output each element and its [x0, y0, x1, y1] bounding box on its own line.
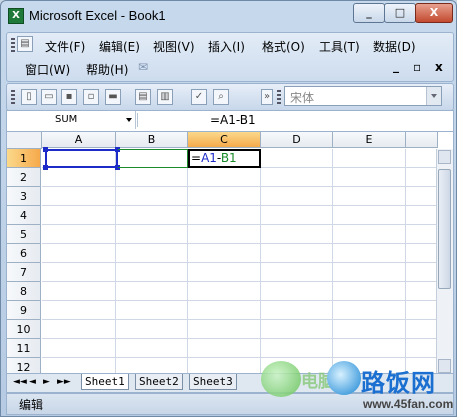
- new-icon[interactable]: ▯: [21, 89, 37, 105]
- formula-bar: SUM =A1-B1: [6, 110, 454, 132]
- name-box-value: SUM: [55, 114, 78, 125]
- grid-line: [42, 357, 438, 358]
- menu-data[interactable]: 数据(D): [373, 38, 416, 55]
- prev-sheet-icon[interactable]: ◄: [29, 377, 36, 387]
- grid-line: [42, 319, 438, 320]
- grid-line: [42, 262, 438, 263]
- watermark-url: www.45fan.com: [363, 397, 454, 411]
- menu-file[interactable]: 文件(F): [45, 38, 85, 55]
- grid-line: [42, 205, 438, 206]
- menu-insert[interactable]: 插入(I): [208, 38, 245, 55]
- doc-close-button[interactable]: x: [435, 60, 443, 74]
- print-preview-icon[interactable]: ▥: [157, 89, 173, 105]
- name-box-dropdown-icon[interactable]: [123, 111, 135, 129]
- reference-highlight-a1: [45, 149, 118, 168]
- doc-restore-button[interactable]: ▫: [413, 60, 421, 74]
- first-sheet-icon[interactable]: ◄◄: [13, 377, 27, 387]
- title-bar: X Microsoft Excel - Book1 _ □ X: [1, 1, 456, 31]
- watermark-brand: 路饭网: [361, 369, 436, 397]
- sheet-tab-sheet3[interactable]: Sheet3: [189, 374, 237, 390]
- worksheet-grid[interactable]: A B C D E 1 2 3 4 5 6 7 8 9 10 11 12 =A1…: [6, 131, 454, 375]
- font-name-dropdown[interactable]: 宋体: [284, 86, 442, 106]
- next-sheet-icon[interactable]: ►: [43, 377, 50, 387]
- select-all-corner[interactable]: [7, 132, 42, 149]
- grid-line: [42, 224, 438, 225]
- font-name-value: 宋体: [290, 91, 315, 105]
- reference-highlight-b1: [118, 149, 188, 168]
- row-header-7[interactable]: 7: [7, 263, 41, 282]
- toolbar-options-icon[interactable]: »: [261, 89, 273, 105]
- scroll-up-icon[interactable]: [438, 150, 451, 164]
- row-header-3[interactable]: 3: [7, 187, 41, 206]
- column-header-d[interactable]: D: [261, 132, 333, 148]
- grid-line: [42, 243, 438, 244]
- menu-tools[interactable]: 工具(T): [319, 38, 360, 55]
- menubar-grip[interactable]: [11, 38, 15, 52]
- research-icon[interactable]: ⌕: [213, 89, 229, 105]
- column-header-a[interactable]: A: [42, 132, 116, 148]
- range-handle[interactable]: [43, 147, 48, 152]
- last-sheet-icon[interactable]: ►►: [57, 377, 71, 387]
- window-title: Microsoft Excel - Book1: [29, 8, 166, 23]
- excel-app-icon[interactable]: X: [8, 8, 24, 24]
- row-header-5[interactable]: 5: [7, 225, 41, 244]
- column-header-c[interactable]: C: [188, 132, 261, 148]
- vertical-scrollbar[interactable]: [436, 149, 453, 374]
- row-header-8[interactable]: 8: [7, 282, 41, 301]
- menu-view[interactable]: 视图(V): [153, 38, 195, 55]
- doc-minimize-button[interactable]: _: [393, 59, 399, 73]
- active-cell-c1[interactable]: =A1-B1: [188, 149, 261, 168]
- sheet-tab-sheet1[interactable]: Sheet1: [81, 374, 129, 390]
- formula-part-b1: B1: [220, 151, 237, 165]
- name-box[interactable]: SUM: [7, 111, 136, 129]
- office-assistant-icon[interactable]: ✉: [138, 60, 148, 74]
- row-header-4[interactable]: 4: [7, 206, 41, 225]
- excel-window: X Microsoft Excel - Book1 _ □ X ▤ 文件(F) …: [0, 0, 457, 417]
- permission-icon[interactable]: ▫: [83, 89, 99, 105]
- grid-line: [42, 338, 438, 339]
- grid-line: [42, 281, 438, 282]
- formula-separator: [137, 113, 138, 127]
- formatting-toolbar-grip[interactable]: [277, 90, 281, 104]
- row-header-6[interactable]: 6: [7, 244, 41, 263]
- menu-edit[interactable]: 编辑(E): [99, 38, 140, 55]
- menu-window[interactable]: 窗口(W): [25, 61, 70, 78]
- grid-line: [42, 300, 438, 301]
- range-handle[interactable]: [43, 165, 48, 170]
- grid-line: [42, 186, 438, 187]
- watermark-logo: [261, 361, 301, 397]
- open-icon[interactable]: ▭: [41, 89, 57, 105]
- print-icon[interactable]: ▤: [135, 89, 151, 105]
- spelling-icon[interactable]: ✓: [191, 89, 207, 105]
- standard-toolbar: ▯ ▭ ▪ ▫ ▬ ▤ ▥ ✓ ⌕ » 宋体: [6, 83, 454, 111]
- formula-input[interactable]: =A1-B1: [210, 113, 256, 127]
- email-icon[interactable]: ▬: [105, 89, 121, 105]
- maximize-button[interactable]: □: [384, 3, 416, 23]
- workbook-icon[interactable]: ▤: [17, 36, 33, 52]
- row-header-2[interactable]: 2: [7, 168, 41, 187]
- toolbar-grip[interactable]: [11, 90, 15, 104]
- column-header-f[interactable]: [406, 132, 438, 148]
- status-mode: 编辑: [19, 398, 44, 412]
- column-header-b[interactable]: B: [116, 132, 188, 148]
- minimize-button[interactable]: _: [353, 3, 385, 23]
- menu-help[interactable]: 帮助(H): [86, 61, 128, 78]
- formula-part-equals: =: [191, 151, 202, 165]
- save-icon[interactable]: ▪: [61, 89, 77, 105]
- column-header-e[interactable]: E: [333, 132, 406, 148]
- row-header-9[interactable]: 9: [7, 301, 41, 320]
- formula-part-a1: A1: [201, 151, 217, 165]
- sheet-tab-sheet2[interactable]: Sheet2: [135, 374, 183, 390]
- chevron-down-icon[interactable]: [426, 87, 441, 105]
- close-button[interactable]: X: [415, 3, 453, 23]
- row-header-10[interactable]: 10: [7, 320, 41, 339]
- menu-bar: ▤ 文件(F) 编辑(E) 视图(V) 插入(I) 格式(O) 工具(T) 数据…: [6, 32, 454, 82]
- watermark-globe-icon: [327, 361, 361, 395]
- scroll-thumb[interactable]: [438, 169, 451, 289]
- scroll-down-icon[interactable]: [438, 359, 451, 373]
- row-header-1[interactable]: 1: [7, 149, 41, 168]
- row-header-11[interactable]: 11: [7, 339, 41, 358]
- menu-format[interactable]: 格式(O): [262, 38, 305, 55]
